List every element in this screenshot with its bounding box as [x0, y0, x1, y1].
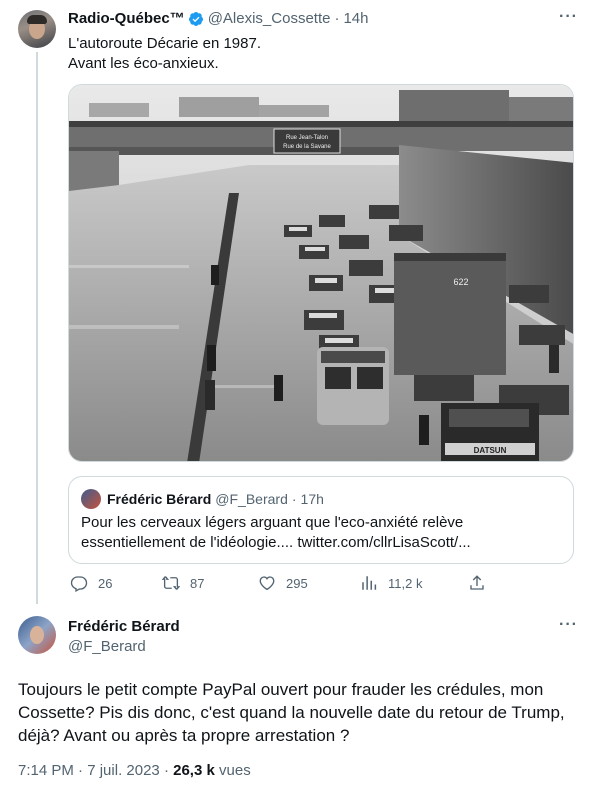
views-button[interactable]: 11,2 k: [360, 574, 422, 592]
separator-dot: ·: [334, 10, 340, 27]
verified-badge-icon: [188, 11, 203, 26]
author-name[interactable]: Frédéric Bérard: [68, 618, 180, 635]
quoted-tweet-time: 17h: [300, 491, 324, 507]
avatar[interactable]: [18, 616, 56, 654]
tweet-text-line: Avant les éco-anxieux.: [68, 55, 219, 72]
tweet-header: Frédéric Bérard @F_Berard: [68, 617, 180, 657]
avatar[interactable]: [18, 10, 56, 48]
like-button[interactable]: 295: [258, 574, 308, 592]
views-chart-icon: [362, 576, 377, 590]
quoted-author-name: Frédéric Bérard: [107, 491, 212, 507]
author-name[interactable]: Radio-Québec™: [68, 10, 185, 27]
quoted-author-handle: @F_Berard: [215, 491, 288, 507]
retweet-icon: [162, 576, 180, 590]
quoted-tweet[interactable]: Frédéric Bérard @F_Berard · 17h Pour les…: [68, 476, 574, 564]
tweet-text-line: L'autoroute Décarie en 1987.: [68, 35, 262, 52]
more-icon[interactable]: ···: [559, 8, 578, 26]
quoted-tweet-header: Frédéric Bérard @F_Berard · 17h: [81, 489, 324, 509]
more-icon[interactable]: ···: [559, 616, 578, 634]
separator-dot: ·: [163, 762, 169, 779]
avatar: [81, 489, 101, 509]
tweet-text: L'autoroute Décarie en 1987. Avant les é…: [68, 34, 261, 74]
retweet-count: 87: [190, 575, 205, 591]
reply-count: 26: [98, 575, 113, 591]
heart-icon: [259, 576, 275, 591]
flooded-highway-photo: Rue Jean-Talon Rue de la Savane 622 DATS…: [69, 85, 573, 461]
tweet-text: Toujours le petit compte PayPal ouvert p…: [18, 680, 565, 745]
like-count: 295: [286, 575, 308, 591]
datsun-grille-text: DATSUN: [474, 446, 507, 455]
tweet-meta: 7:14 PM · 7 juil. 2023 · 26,3 k vues: [18, 762, 251, 779]
tweet-time[interactable]: 14h: [343, 10, 368, 27]
author-handle[interactable]: @Alexis_Cossette: [208, 10, 331, 27]
views-count: 26,3 k: [173, 762, 215, 779]
retweet-button[interactable]: 87: [162, 574, 204, 592]
share-icon: [470, 575, 484, 590]
tweet-date[interactable]: 7 juil. 2023: [87, 762, 160, 779]
truck-number: 622: [453, 277, 468, 287]
reply-button[interactable]: 26: [70, 574, 112, 592]
thread-connector-line: [36, 52, 38, 604]
tweet-actions: 26 87 295 11,2 k: [68, 574, 574, 598]
views-count: 11,2 k: [388, 575, 423, 591]
tweet-photo[interactable]: Rue Jean-Talon Rue de la Savane 622 DATS…: [68, 84, 574, 462]
reply-icon: [70, 576, 88, 592]
author-handle[interactable]: @F_Berard: [68, 637, 180, 657]
overpass-sign-line: Rue de la Savane: [283, 144, 331, 150]
quoted-tweet-text: Pour les cerveaux légers arguant que l'e…: [81, 514, 471, 551]
overpass-sign-line: Rue Jean-Talon: [286, 135, 328, 141]
separator-dot: ·: [78, 762, 84, 779]
tweet-time[interactable]: 7:14 PM: [18, 762, 74, 779]
views-label: vues: [219, 762, 251, 779]
separator-dot: ·: [291, 491, 297, 507]
tweet-header: Radio-Québec™ @Alexis_Cossette · 14h: [68, 10, 369, 27]
share-button[interactable]: [468, 574, 496, 592]
